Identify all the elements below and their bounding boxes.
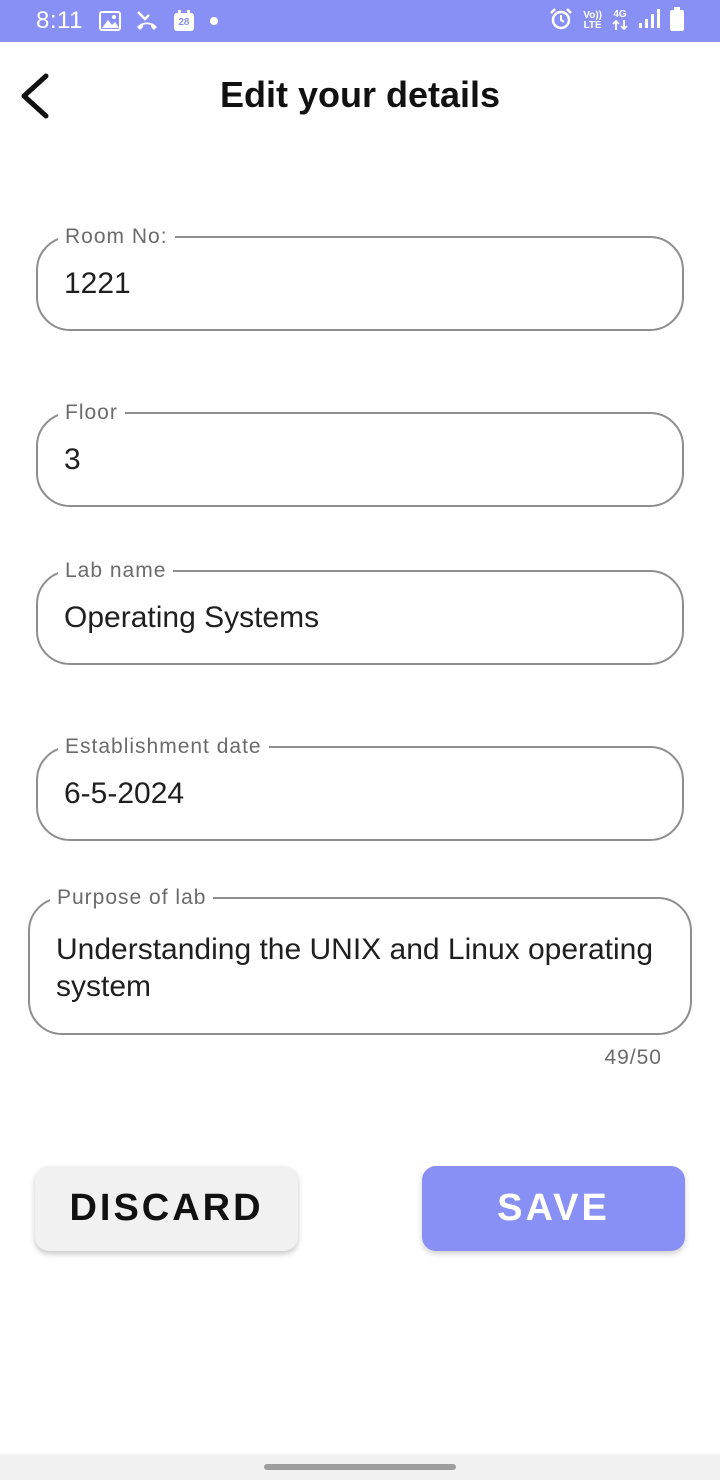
signal-icon	[638, 8, 660, 34]
home-gesture-handle[interactable]	[264, 1464, 456, 1470]
purpose-character-counter: 49/50	[604, 1046, 662, 1069]
establishment-date-value[interactable]: 6-5-2024	[64, 776, 658, 812]
purpose-value[interactable]: Understanding the UNIX and Linux operati…	[56, 931, 670, 1005]
room-no-label: Room No:	[58, 224, 175, 250]
notification-dot-icon	[209, 16, 219, 26]
alarm-icon	[549, 7, 573, 36]
lab-name-field[interactable]: Lab name Operating Systems	[36, 558, 684, 665]
room-no-field[interactable]: Room No: 1221	[36, 224, 684, 331]
app-header: Edit your details	[0, 42, 720, 152]
battery-icon	[670, 6, 684, 36]
purpose-field[interactable]: Purpose of lab Understanding the UNIX an…	[28, 885, 692, 1035]
purpose-label: Purpose of lab	[50, 885, 214, 911]
page-title: Edit your details	[219, 74, 501, 115]
lab-name-label: Lab name	[58, 558, 174, 584]
status-system-icons: Vo)) LTE 4G	[549, 6, 684, 36]
discard-button[interactable]: DISCARD	[35, 1166, 298, 1251]
missed-call-icon	[135, 10, 159, 32]
status-notification-icons: 28	[98, 10, 219, 32]
volte-label-bottom: LTE	[583, 20, 602, 31]
establishment-date-field[interactable]: Establishment date 6-5-2024	[36, 734, 684, 841]
save-button[interactable]: SAVE	[422, 1166, 685, 1251]
floor-field[interactable]: Floor 3	[36, 400, 684, 507]
gallery-icon	[98, 11, 121, 31]
network-gen-label: 4G	[613, 8, 627, 20]
volte-icon: Vo)) LTE	[583, 11, 602, 31]
calendar-day: 28	[178, 17, 190, 28]
calendar-icon: 28	[173, 10, 195, 32]
navigation-bar	[0, 1454, 720, 1480]
room-no-value[interactable]: 1221	[64, 266, 658, 302]
data-arrows-icon: 4G	[612, 8, 628, 33]
status-time: 8:11	[36, 7, 83, 34]
establishment-date-label: Establishment date	[58, 734, 269, 760]
status-bar: 8:11 28 Vo)) LTE 4G	[0, 0, 720, 42]
lab-name-value[interactable]: Operating Systems	[64, 600, 658, 636]
floor-label: Floor	[58, 400, 125, 426]
floor-value[interactable]: 3	[64, 442, 658, 478]
